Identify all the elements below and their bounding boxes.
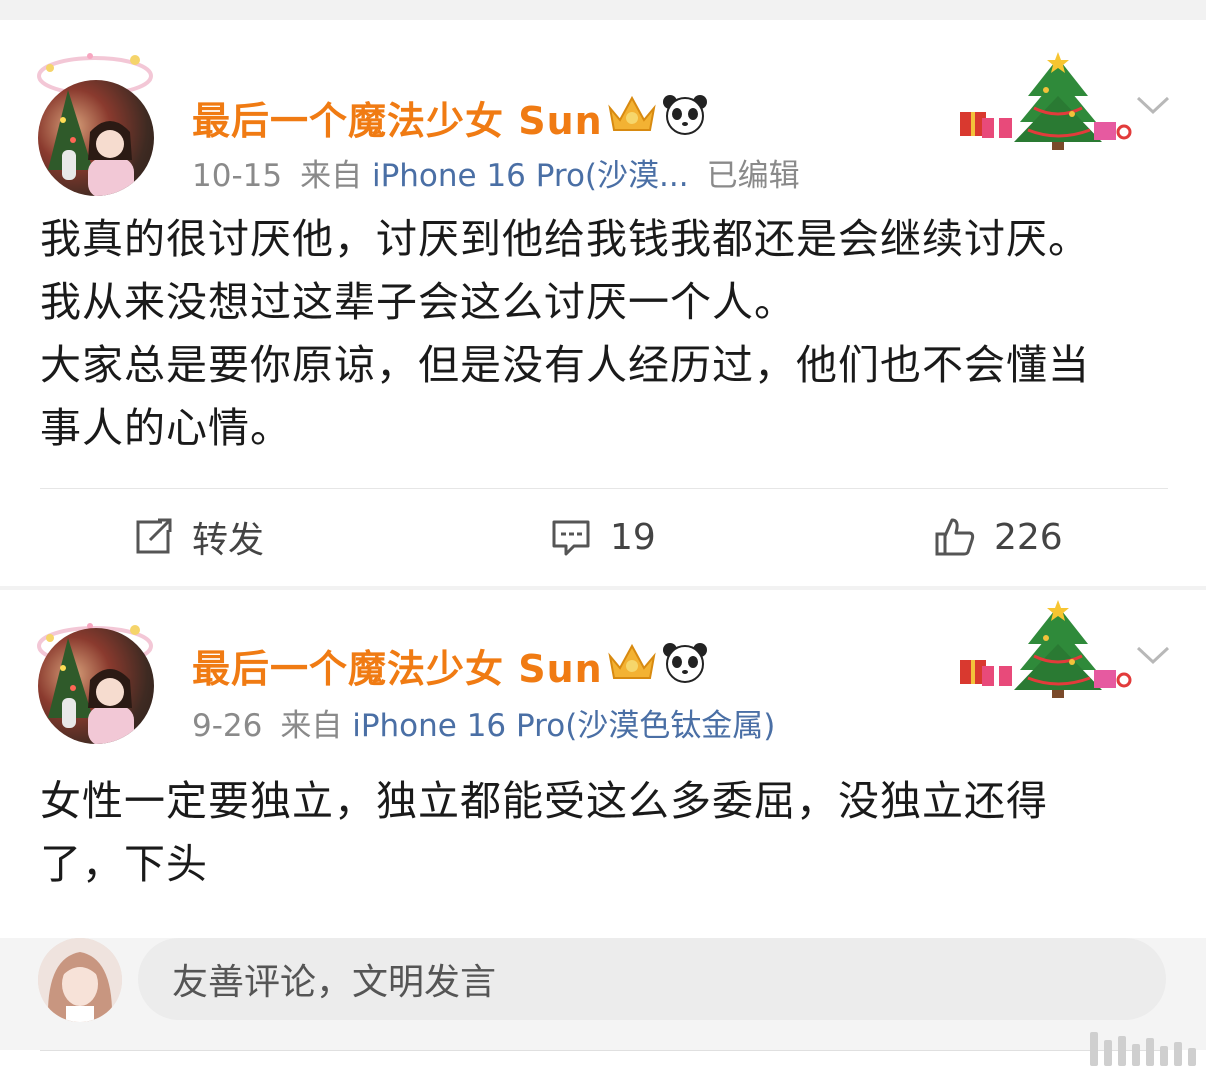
post-meta: 10-15 来自 iPhone 16 Pro(沙漠... 已编辑 bbox=[192, 150, 800, 195]
post-date: 9-26 bbox=[192, 708, 263, 744]
comment-button[interactable]: 19 bbox=[550, 512, 656, 562]
panda-icon[interactable] bbox=[662, 92, 708, 136]
crown-icon[interactable] bbox=[606, 640, 658, 684]
device-link[interactable]: iPhone 16 Pro(沙漠... bbox=[372, 158, 689, 194]
username[interactable]: 最后一个魔法少女 Sun bbox=[192, 638, 603, 693]
post-line: 了，下头 bbox=[40, 840, 208, 888]
source-prefix: 来自 bbox=[280, 708, 343, 744]
post-line: 女性一定要独立，独立都能受这么多委屈，没独立还得 bbox=[40, 777, 1048, 825]
comment-icon bbox=[552, 520, 590, 556]
repost-button[interactable]: 转发 bbox=[132, 512, 264, 562]
divider bbox=[40, 488, 1168, 489]
chevron-down-icon[interactable] bbox=[1134, 640, 1172, 670]
post-meta: 9-26 来自 iPhone 16 Pro(沙漠色钛金属) bbox=[192, 700, 775, 745]
post-line: 我真的很讨厌他，讨厌到他给我钱我都还是会继续讨厌。 bbox=[40, 215, 1090, 263]
post-date: 10-15 bbox=[192, 158, 283, 194]
comment-placeholder: 友善评论，文明发言 bbox=[172, 962, 497, 1003]
post-line: 我从来没想过这辈子会这么讨厌一个人。 bbox=[40, 278, 796, 326]
edited-label[interactable]: 已编辑 bbox=[707, 158, 800, 194]
avatar[interactable] bbox=[38, 628, 154, 744]
device-link[interactable]: iPhone 16 Pro(沙漠色钛金属) bbox=[352, 708, 775, 744]
repost-icon bbox=[136, 518, 172, 554]
comment-count: 19 bbox=[610, 516, 656, 558]
post-line: 事人的心情。 bbox=[40, 404, 292, 452]
post-content: 女性一定要独立，独立都能受这么多委屈，没独立还得 了，下头 bbox=[40, 770, 1170, 896]
christmas-tree-icon bbox=[960, 600, 1132, 698]
post-line: 大家总是要你原谅，但是没有人经历过，他们也不会懂当 bbox=[40, 341, 1090, 389]
divider bbox=[40, 1050, 1168, 1051]
source-prefix: 来自 bbox=[300, 158, 363, 194]
post-card[interactable]: 最后一个魔法少女 Sun 10-15 来自 iPhone 16 Pro(沙漠...… bbox=[0, 20, 1206, 586]
post-content: 我真的很讨厌他，讨厌到他给我钱我都还是会继续讨厌。 我从来没想过这辈子会这么讨厌… bbox=[40, 208, 1170, 460]
username[interactable]: 最后一个魔法少女 Sun bbox=[192, 90, 603, 145]
like-icon bbox=[935, 518, 975, 556]
like-button[interactable]: 226 bbox=[934, 512, 1063, 562]
christmas-tree-icon bbox=[960, 52, 1132, 150]
like-count: 226 bbox=[994, 516, 1063, 558]
comment-input[interactable]: 友善评论，文明发言 bbox=[138, 938, 1166, 1020]
panda-icon[interactable] bbox=[662, 640, 708, 684]
avatar[interactable] bbox=[38, 80, 154, 196]
chevron-down-icon[interactable] bbox=[1134, 90, 1172, 120]
my-avatar[interactable] bbox=[38, 938, 122, 1022]
watermark-bars-icon bbox=[1090, 1032, 1196, 1066]
repost-label: 转发 bbox=[192, 520, 265, 561]
crown-icon[interactable] bbox=[606, 92, 658, 136]
